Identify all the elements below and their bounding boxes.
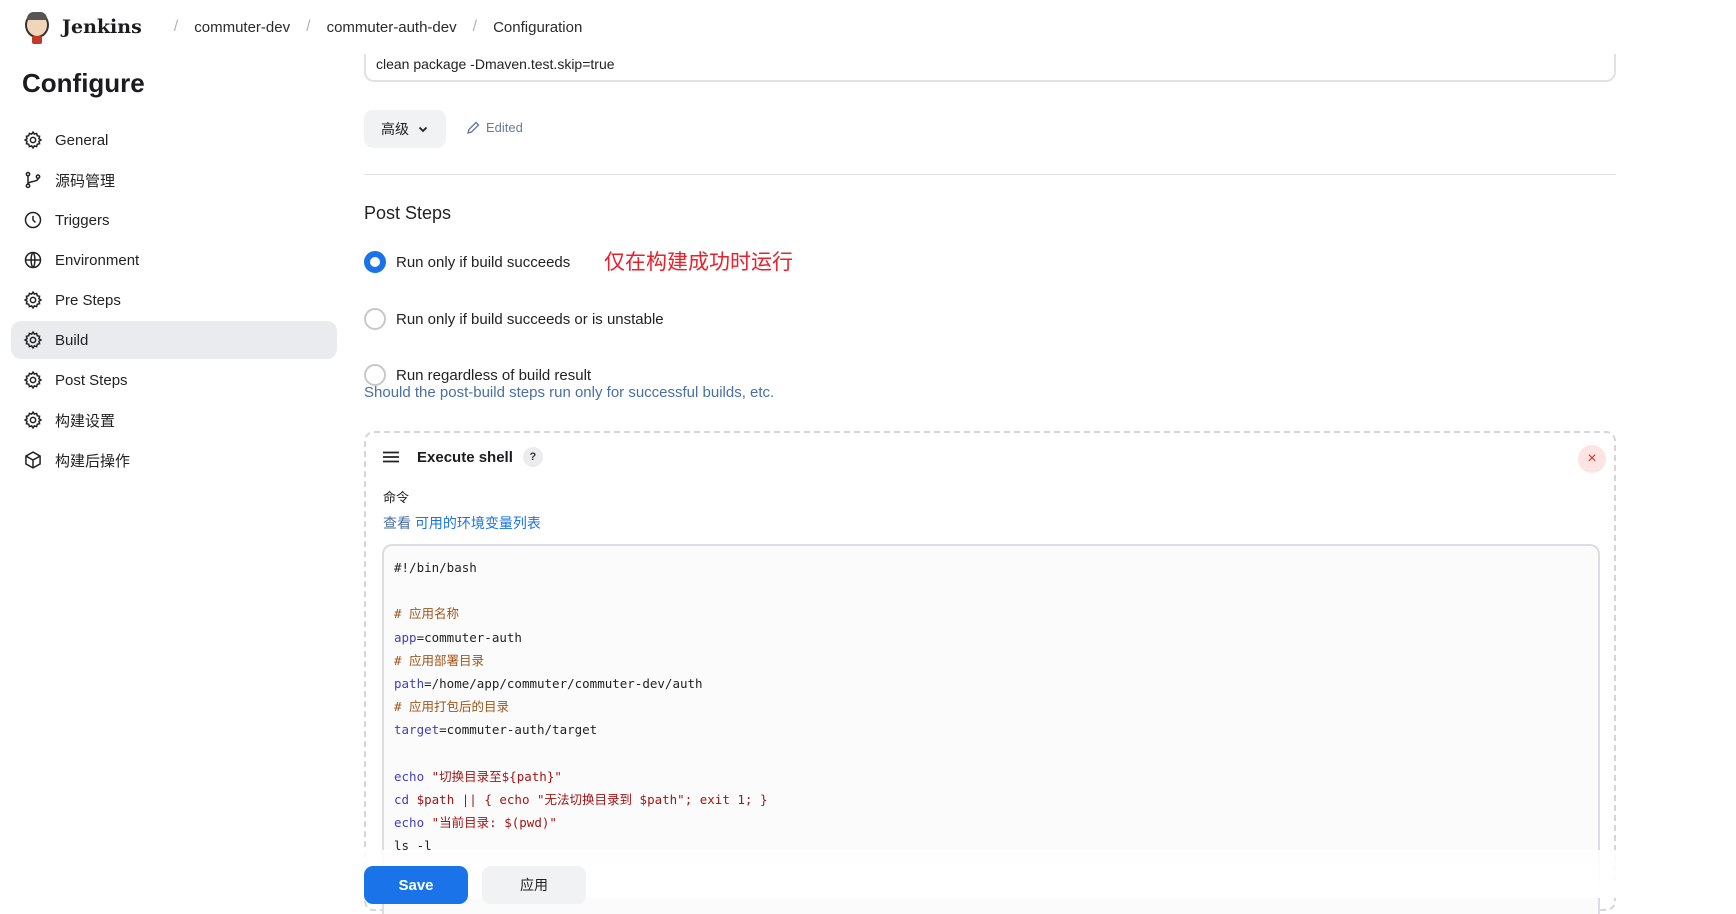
card-title: Execute shell	[417, 448, 513, 466]
sidebar-item-build-settings[interactable]: 构建设置	[11, 401, 337, 439]
sidebar-item-label: Triggers	[55, 211, 110, 229]
execute-shell-card: Execute shell ? × 命令 查看 可用的环境变量列表 #!/bin…	[364, 431, 1616, 914]
code-line: path=/home/app/commuter/commuter-dev/aut…	[394, 675, 703, 691]
breadcrumb-item-current: Configuration	[493, 18, 583, 36]
delete-step-button[interactable]: ×	[1578, 445, 1606, 473]
radio-label: Run regardless of build result	[396, 366, 592, 384]
card-header: Execute shell ?	[383, 447, 543, 467]
radio-button[interactable]	[364, 308, 386, 330]
code-line: # 应用部署目录	[394, 652, 485, 668]
gear-icon	[23, 370, 43, 390]
gear-icon	[23, 330, 43, 350]
radio-label: Run only if build succeeds or is unstabl…	[396, 310, 664, 328]
jenkins-logo-icon[interactable]	[22, 10, 52, 44]
section-divider	[364, 174, 1616, 175]
sidebar-item-label: General	[55, 131, 109, 149]
sidebar-item-general[interactable]: General	[11, 121, 337, 159]
sidebar-item-label: Pre Steps	[55, 291, 121, 309]
code-line: #!/bin/bash	[394, 560, 477, 575]
sidebar-item-scm[interactable]: 源码管理	[11, 161, 337, 199]
save-button[interactable]: Save	[364, 866, 468, 904]
apply-button[interactable]: 应用	[482, 866, 586, 904]
sidebar-item-label: 构建后操作	[55, 452, 131, 470]
gear-icon	[23, 410, 43, 430]
breadcrumb-separator: /	[173, 18, 179, 35]
radio-run-if-success[interactable]: Run only if build succeeds	[364, 251, 570, 273]
sidebar-item-label: 源码管理	[55, 172, 116, 190]
brand-name[interactable]: Jenkins	[62, 16, 142, 38]
sidebar-item-label: Build	[55, 331, 89, 349]
annotation-text: 仅在构建成功时运行	[604, 251, 793, 274]
post-steps-help-text: Should the post-build steps run only for…	[364, 384, 775, 401]
chevron-down-icon	[418, 126, 428, 133]
radio-run-regardless[interactable]: Run regardless of build result	[364, 364, 591, 386]
radio-button-selected[interactable]	[364, 251, 386, 273]
command-label: 命令	[383, 490, 410, 505]
sidebar-item-label: 构建设置	[55, 412, 116, 430]
sidebar-item-post-steps[interactable]: Post Steps	[11, 361, 337, 399]
env-vars-prefix: 查看	[383, 515, 415, 531]
code-line: # 应用打包后的目录	[394, 699, 510, 715]
gear-icon	[23, 130, 43, 150]
branch-icon	[25, 171, 41, 189]
radio-run-if-success-or-unstable[interactable]: Run only if build succeeds or is unstabl…	[364, 308, 664, 330]
code-line: # 应用名称	[394, 606, 460, 622]
pencil-icon	[466, 121, 480, 134]
advanced-button-label: 高级	[381, 121, 409, 137]
code-line: target=commuter-auth/target	[394, 722, 598, 738]
sidebar-item-post-build-actions[interactable]: 构建后操作	[11, 441, 337, 479]
sidebar-item-environment[interactable]: Environment	[11, 241, 337, 279]
breadcrumb-separator: /	[472, 18, 478, 35]
sidebar-item-build[interactable]: Build	[11, 321, 337, 359]
clock-icon	[24, 211, 42, 229]
sidebar-item-label: Environment	[55, 251, 140, 269]
sidebar-item-triggers[interactable]: Triggers	[11, 201, 337, 239]
env-vars-text: 查看 可用的环境变量列表	[383, 513, 541, 533]
edited-indicator: Edited	[466, 120, 523, 135]
gear-icon	[23, 290, 43, 310]
sidebar-item-pre-steps[interactable]: Pre Steps	[11, 281, 337, 319]
cube-icon	[25, 451, 41, 469]
page-title: Configure	[22, 68, 145, 98]
code-line: app=commuter-auth	[394, 629, 522, 645]
post-steps-title: Post Steps	[364, 203, 452, 223]
breadcrumb-item-folder[interactable]: commuter-dev	[194, 19, 290, 36]
top-bar: Jenkins / commuter-dev / commuter-auth-d…	[0, 0, 1736, 54]
breadcrumb-separator: /	[306, 18, 311, 35]
edited-label: Edited	[486, 120, 523, 135]
help-button[interactable]: ?	[522, 447, 543, 467]
env-vars-link[interactable]: 可用的环境变量列表	[415, 515, 541, 531]
drag-handle-icon[interactable]	[383, 451, 399, 463]
breadcrumb-item-job[interactable]: commuter-auth-dev	[327, 19, 457, 36]
advanced-button[interactable]: 高级	[364, 110, 446, 148]
code-line: echo "当前目录: $(pwd)"	[394, 815, 557, 831]
radio-button[interactable]	[364, 364, 386, 386]
sidebar: General 源码管理 Triggers Environment Pre St…	[11, 121, 337, 481]
bottom-action-bar	[0, 850, 1736, 898]
globe-icon	[24, 251, 42, 269]
sidebar-item-label: Post Steps	[55, 371, 128, 389]
main-content: clean package -Dmaven.test.skip=true 高级 …	[364, 0, 1616, 914]
code-line: echo "切换目录至${path}"	[394, 768, 562, 784]
radio-label: Run only if build succeeds	[396, 253, 571, 271]
code-line: cd $path || { echo "无法切换目录到 $path"; exit…	[394, 791, 768, 807]
